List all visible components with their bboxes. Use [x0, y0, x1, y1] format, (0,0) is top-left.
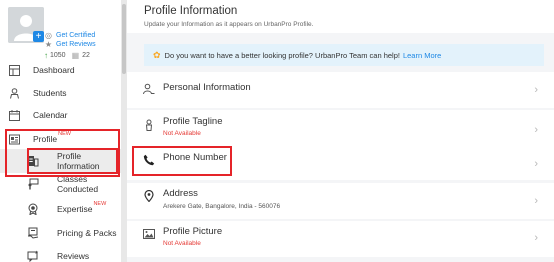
- sidebar-scrollbar-thumb[interactable]: [122, 4, 126, 74]
- reviews-icon: [27, 250, 39, 262]
- section-profile-picture[interactable]: Profile Picture Not Available ›: [127, 221, 554, 257]
- sidebar-item-expertise[interactable]: Expertise NEW: [0, 197, 121, 221]
- sub-label-pricing-packs: Pricing & Packs: [57, 228, 117, 238]
- section-address-value: Arekere Gate, Bangalore, India - 560076: [163, 203, 281, 210]
- new-badge: NEW: [93, 201, 107, 207]
- page-subtitle: Update your Information as it appears on…: [144, 21, 314, 28]
- sub-label-reviews: Reviews: [57, 251, 90, 261]
- section-title: Address: [163, 188, 198, 199]
- profile-card: + ◎ Get Certified ★ Get Reviews ↑ 1050 ▦…: [8, 7, 118, 60]
- certificate-icon: ◎: [45, 31, 52, 40]
- get-reviews-link[interactable]: ★ Get Reviews: [44, 40, 96, 49]
- page-title: Profile Information: [144, 5, 238, 17]
- calendar-icon: [9, 109, 20, 121]
- section-status: Not Available: [163, 130, 201, 137]
- section-personal-information[interactable]: Personal Information ›: [127, 72, 554, 108]
- get-certified-link[interactable]: ◎ Get Certified: [44, 31, 95, 40]
- sidebar: + ◎ Get Certified ★ Get Reviews ↑ 1050 ▦…: [0, 0, 121, 262]
- star-icon: ★: [44, 40, 53, 49]
- dashboard-icon: [9, 64, 20, 76]
- nav-label-calendar: Calendar: [33, 110, 68, 120]
- chevron-right-icon: ›: [534, 84, 538, 96]
- chevron-right-icon: ›: [534, 124, 538, 136]
- avatar[interactable]: +: [8, 7, 44, 43]
- main-content: Profile Information Update your Informat…: [127, 0, 554, 262]
- highlight-phone-number-box: [132, 146, 232, 176]
- tagline-icon: [143, 119, 155, 131]
- lightbulb-icon: ✿: [153, 49, 161, 60]
- improve-profile-banner: ✿ Do you want to have a better looking p…: [144, 44, 544, 66]
- section-status: Not Available: [163, 240, 201, 247]
- chevron-right-icon: ›: [534, 158, 538, 170]
- expertise-icon: [27, 203, 39, 215]
- learn-more-link[interactable]: Learn More: [403, 51, 441, 60]
- sidebar-item-reviews[interactable]: Reviews: [0, 244, 121, 262]
- nav-item-dashboard[interactable]: Dashboard: [0, 58, 121, 82]
- chevron-right-icon: ›: [534, 232, 538, 244]
- section-title: Profile Picture: [163, 226, 223, 237]
- get-certified-label: Get Certified: [56, 32, 96, 39]
- nav-item-calendar[interactable]: Calendar: [0, 103, 121, 127]
- students-icon: [9, 87, 20, 99]
- location-icon: [143, 190, 155, 202]
- section-address[interactable]: Address Arekere Gate, Bangalore, India -…: [127, 183, 554, 219]
- banner-text: Do you want to have a better looking pro…: [164, 50, 400, 60]
- highlight-profile-information-box: [27, 148, 118, 174]
- section-profile-tagline[interactable]: Profile Tagline Not Available ›: [127, 110, 554, 146]
- nav-label-dashboard: Dashboard: [33, 65, 75, 75]
- get-reviews-label: Get Reviews: [56, 41, 96, 48]
- chevron-right-icon: ›: [534, 195, 538, 207]
- section-title: Personal Information: [163, 82, 251, 93]
- person-icon: [143, 83, 155, 95]
- picture-icon: [143, 228, 155, 240]
- classes-icon: [27, 178, 39, 190]
- pricing-icon: [27, 227, 39, 239]
- sub-label-expertise: Expertise: [57, 204, 93, 214]
- sidebar-item-pricing-packs[interactable]: Pricing & Packs: [0, 221, 121, 245]
- page-header: Profile Information Update your Informat…: [127, 0, 554, 33]
- nav-label-students: Students: [33, 88, 67, 98]
- section-title: Profile Tagline: [163, 116, 223, 127]
- add-photo-icon[interactable]: +: [33, 31, 44, 42]
- nav-item-students[interactable]: Students: [0, 81, 121, 105]
- sub-label-classes-conducted: Classes Conducted: [57, 174, 99, 194]
